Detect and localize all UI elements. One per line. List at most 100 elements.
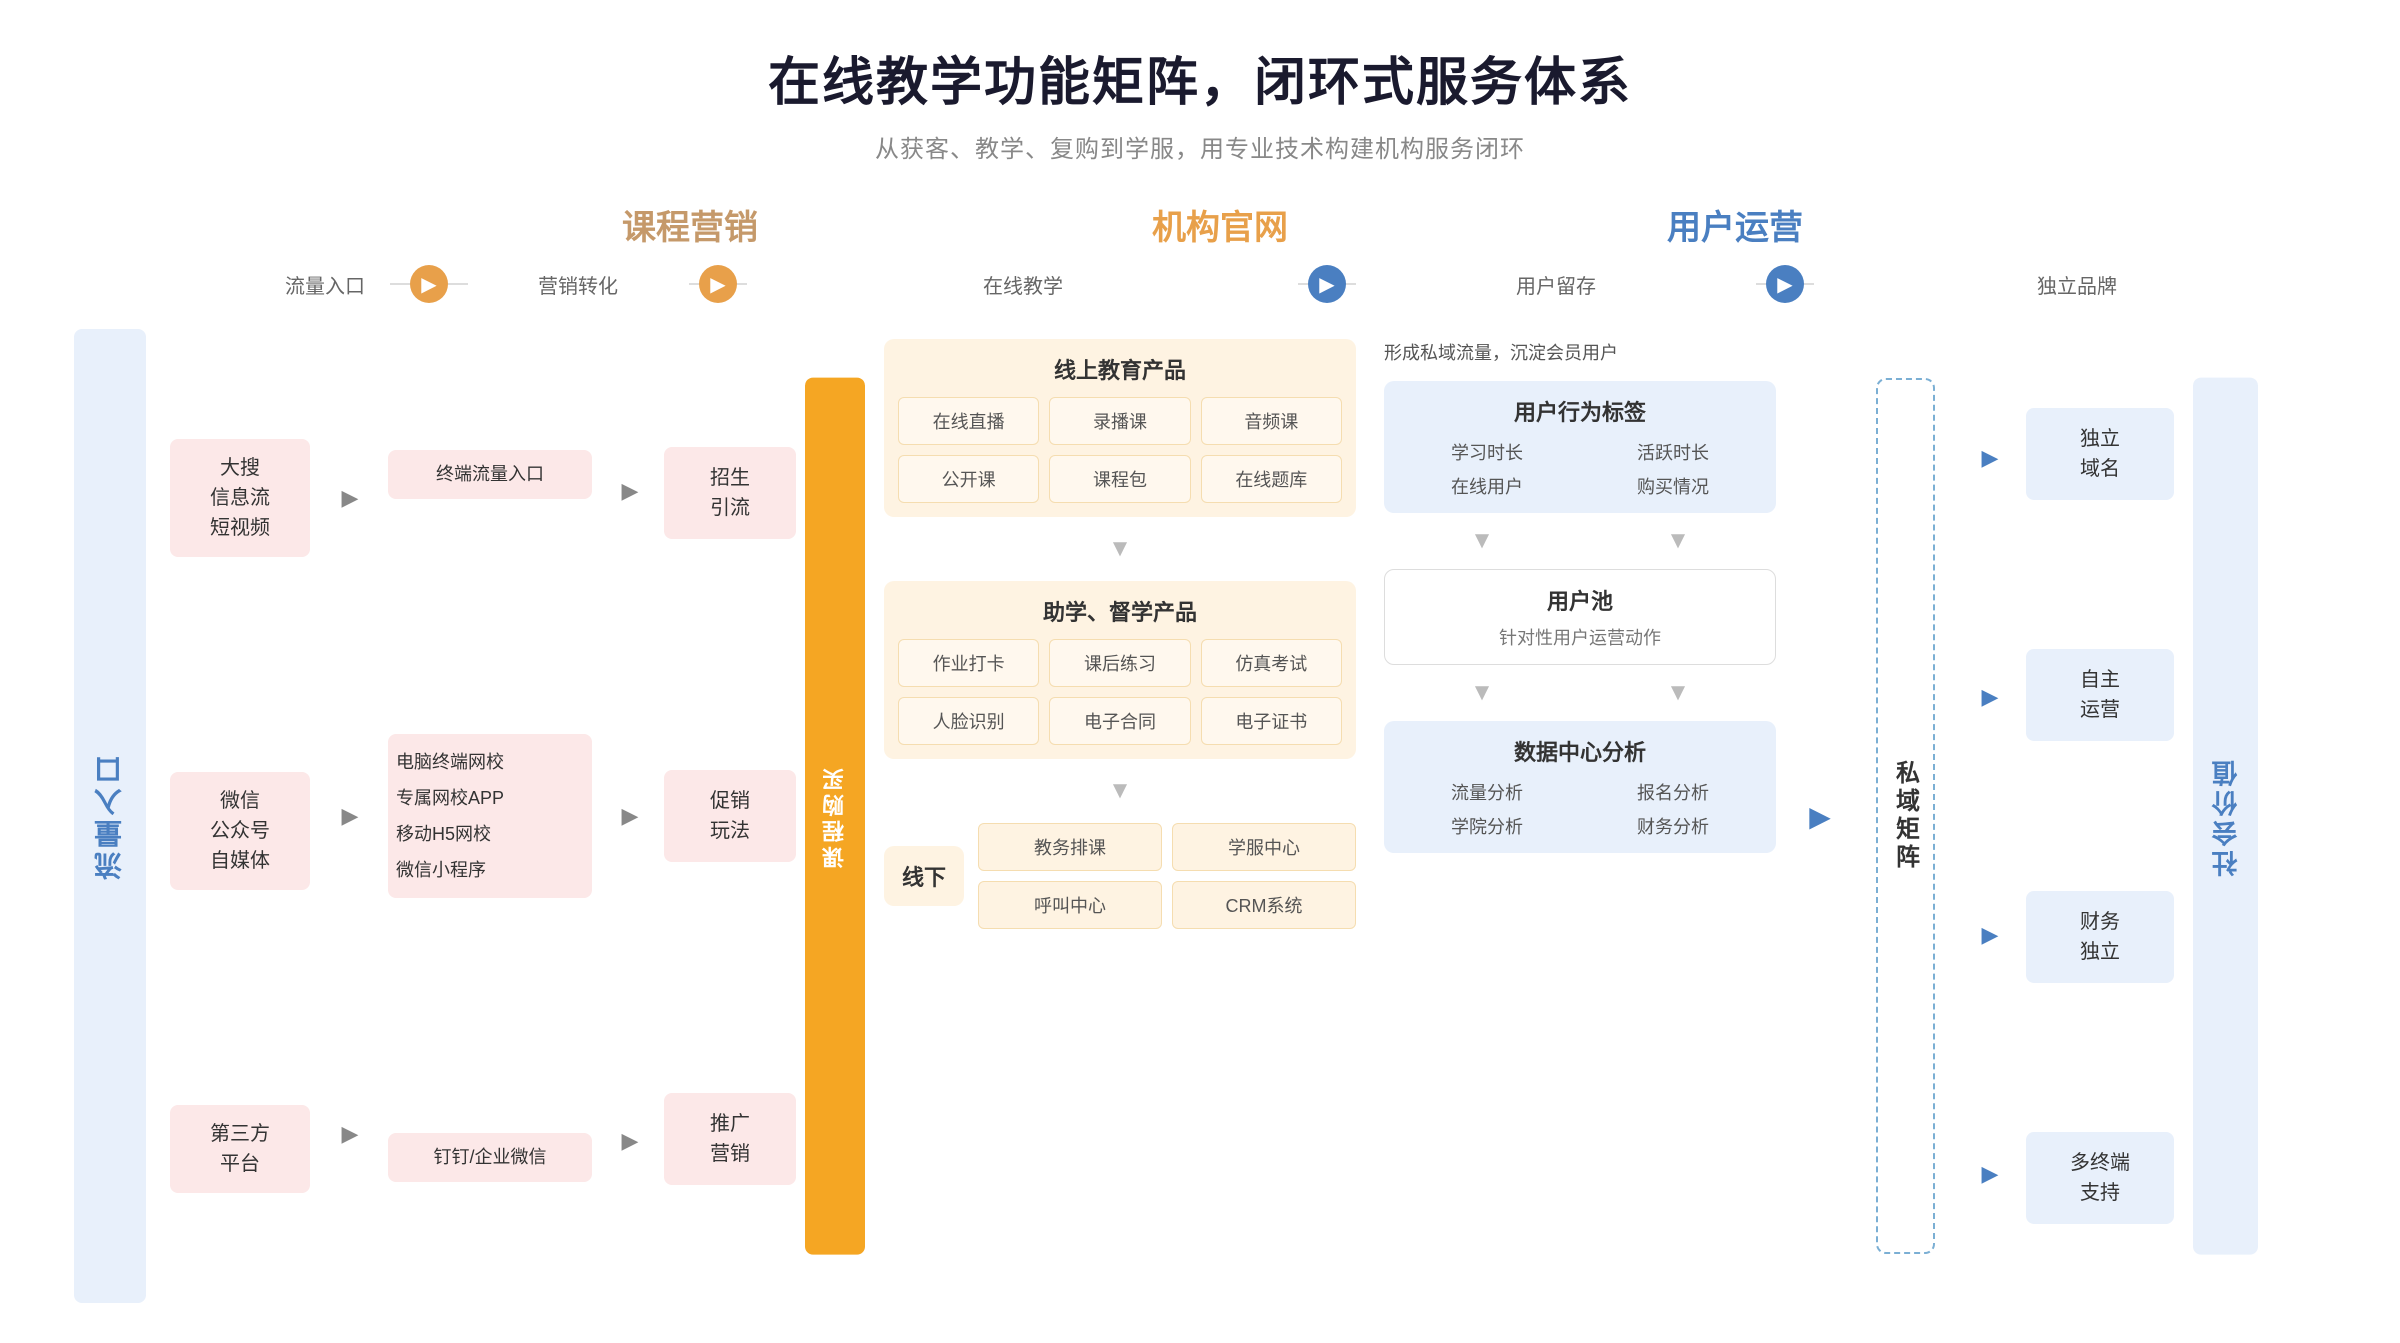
page-title: 在线教学功能矩阵，闭环式服务体系 (60, 40, 2340, 115)
arrow-mkt-2: ▶ (622, 1128, 639, 1154)
aux-item-2: 仿真考试 (1201, 639, 1342, 687)
user-tag-section: 用户行为标签 学习时长 活跃时长 在线用户 购买情况 (1384, 381, 1776, 513)
mkt-box-terminal: 终端流量入口 (388, 450, 592, 499)
flow-arrow-4: ▶ (1766, 265, 1804, 303)
data-item-0: 流量分析 (1398, 779, 1576, 805)
col-private: 私域矩阵 (1850, 329, 1960, 1303)
arrow-icon-1: ▶ (421, 272, 436, 297)
arrow-icon-4: ▶ (1777, 272, 1792, 297)
private-domain-box: 私域矩阵 (1876, 378, 1935, 1255)
col-user: 形成私域流量，沉淀会员用户 用户行为标签 学习时长 活跃时长 在线用户 购买情况… (1370, 329, 1790, 1303)
private-label: 私域矩阵 (1888, 760, 1923, 872)
aux-item-0: 作业打卡 (898, 639, 1039, 687)
col-private-arrow: ▶ (1790, 329, 1850, 1303)
arrow-brand-3: ▶ (1982, 1161, 1999, 1187)
brand-box-1: 自主 运营 (2026, 649, 2174, 741)
col-sales: 招生 引流 促销 玩法 推广 营销 (660, 329, 800, 1303)
flow-label-traffic: 流量入口 (285, 276, 365, 298)
down-arrow-u2: ▼ (1666, 527, 1690, 555)
offline-label: 线下 (884, 846, 964, 906)
left-vertical-label: 流量入口 (74, 329, 146, 1303)
col-right-label: 社会价值 (2180, 329, 2270, 1303)
user-tag-title: 用户行为标签 (1398, 395, 1762, 427)
user-tag-2: 在线用户 (1398, 473, 1576, 499)
user-tag-1: 活跃时长 (1584, 439, 1762, 465)
user-tag-grid: 学习时长 活跃时长 在线用户 购买情况 (1398, 439, 1762, 499)
user-pool-section: 用户池 针对性用户运营动作 (1384, 569, 1776, 665)
arrow-traffic-1: ▶ (342, 803, 359, 829)
data-item-3: 财务分析 (1584, 813, 1762, 839)
user-tag-0: 学习时长 (1398, 439, 1576, 465)
online-item-1: 录播课 (1049, 397, 1190, 445)
arrow-brand-1: ▶ (1982, 684, 1999, 710)
user-pool-title: 用户池 (1399, 584, 1761, 616)
down-arrow-u1: ▼ (1470, 527, 1494, 555)
sales-box-2: 推广 营销 (664, 1093, 796, 1185)
online-aux-grid: 作业打卡 课后练习 仿真考试 人脸识别 电子合同 电子证书 (898, 639, 1342, 745)
online-products-title: 线上教育产品 (898, 353, 1342, 385)
arrow-brand-2: ▶ (1982, 922, 1999, 948)
section-label-marketing: 课程营销 (622, 209, 758, 247)
arrow-icon-2: ▶ (710, 272, 725, 297)
data-grid: 流量分析 报名分析 学院分析 财务分析 (1398, 779, 1762, 839)
user-tag-3: 购买情况 (1584, 473, 1762, 499)
offline-item-2: 呼叫中心 (978, 881, 1162, 929)
flow-label-brand: 独立品牌 (2037, 276, 2117, 298)
offline-row: 线下 教务排课 学服中心 呼叫中心 CRM系统 (884, 823, 1356, 929)
traffic-box-1: 微信 公众号 自媒体 (170, 772, 310, 890)
down-arrow-u4: ▼ (1666, 679, 1690, 707)
arrow-mkt-0: ▶ (622, 478, 639, 504)
arrow-to-private: ▶ (1809, 800, 1831, 833)
page: 在线教学功能矩阵，闭环式服务体系 从获客、教学、复购到学服，用专业技术构建机构服… (0, 0, 2400, 1343)
arrow-brand-0: ▶ (1982, 445, 1999, 471)
user-top-text: 形成私域流量，沉淀会员用户 (1384, 339, 1776, 365)
online-item-2: 音频课 (1201, 397, 1342, 445)
section-label-userops: 用户运营 (1667, 209, 1803, 247)
online-products-grid: 在线直播 录播课 音频课 公开课 课程包 在线题库 (898, 397, 1342, 503)
down-arrow-1: ▼ (884, 535, 1356, 563)
left-label-col: 流量入口 (60, 329, 160, 1303)
down-arrow-u3: ▼ (1470, 679, 1494, 707)
col-brand: 独立 域名 自主 运营 财务 独立 多终端 支持 (2020, 329, 2180, 1303)
col-course-buy: 课程购买 (800, 329, 870, 1303)
header: 在线教学功能矩阵，闭环式服务体系 从获客、教学、复购到学服，用专业技术构建机构服… (60, 40, 2340, 164)
col-marketing: 终端流量入口 电脑终端网校 专属网校APP 移动H5网校 微信小程序 钉钉/企业… (380, 329, 600, 1303)
arrow-icon-3: ▶ (1319, 272, 1334, 297)
offline-grid: 教务排课 学服中心 呼叫中心 CRM系统 (978, 823, 1356, 929)
arrow-mkt-1: ▶ (622, 803, 639, 829)
col-arrow-traffic: ▶ ▶ ▶ (320, 329, 380, 1303)
data-item-1: 报名分析 (1584, 779, 1762, 805)
traffic-box-0: 大搜 信息流 短视频 (170, 439, 310, 557)
data-item-2: 学院分析 (1398, 813, 1576, 839)
aux-item-1: 课后练习 (1049, 639, 1190, 687)
brand-box-2: 财务 独立 (2026, 891, 2174, 983)
col-arrow-marketing: ▶ ▶ ▶ (600, 329, 660, 1303)
flow-label-conversion: 营销转化 (538, 276, 618, 298)
arrow-traffic-2: ▶ (342, 1121, 359, 1147)
flow-arrow-2: ▶ (699, 265, 737, 303)
col-brand-arrows: ▶ ▶ ▶ ▶ (1960, 329, 2020, 1303)
right-vertical-label: 社会价值 (2193, 378, 2258, 1255)
page-subtitle: 从获客、教学、复购到学服，用专业技术构建机构服务闭环 (60, 129, 2340, 164)
aux-item-5: 电子证书 (1201, 697, 1342, 745)
flow-arrow-1: ▶ (410, 265, 448, 303)
aux-item-3: 人脸识别 (898, 697, 1039, 745)
user-pool-sub: 针对性用户运营动作 (1399, 624, 1761, 650)
down-arrow-user-2: ▼ ▼ (1384, 679, 1776, 707)
online-aux-title: 助学、督学产品 (898, 595, 1342, 627)
down-arrow-user-1: ▼ ▼ (1384, 527, 1776, 555)
data-title: 数据中心分析 (1398, 735, 1762, 767)
arrow-traffic-0: ▶ (342, 485, 359, 511)
aux-item-4: 电子合同 (1049, 697, 1190, 745)
flow-arrow-3: ▶ (1308, 265, 1346, 303)
brand-box-0: 独立 域名 (2026, 408, 2174, 500)
down-arrow-2: ▼ (884, 777, 1356, 805)
online-item-3: 公开课 (898, 455, 1039, 503)
offline-item-1: 学服中心 (1172, 823, 1356, 871)
sales-box-0: 招生 引流 (664, 447, 796, 539)
flow-label-retention: 用户留存 (1516, 276, 1596, 298)
offline-item-3: CRM系统 (1172, 881, 1356, 929)
brand-box-3: 多终端 支持 (2026, 1132, 2174, 1224)
flow-label-online: 在线教学 (983, 276, 1063, 298)
mkt-box-platforms: 电脑终端网校 专属网校APP 移动H5网校 微信小程序 (388, 734, 592, 898)
